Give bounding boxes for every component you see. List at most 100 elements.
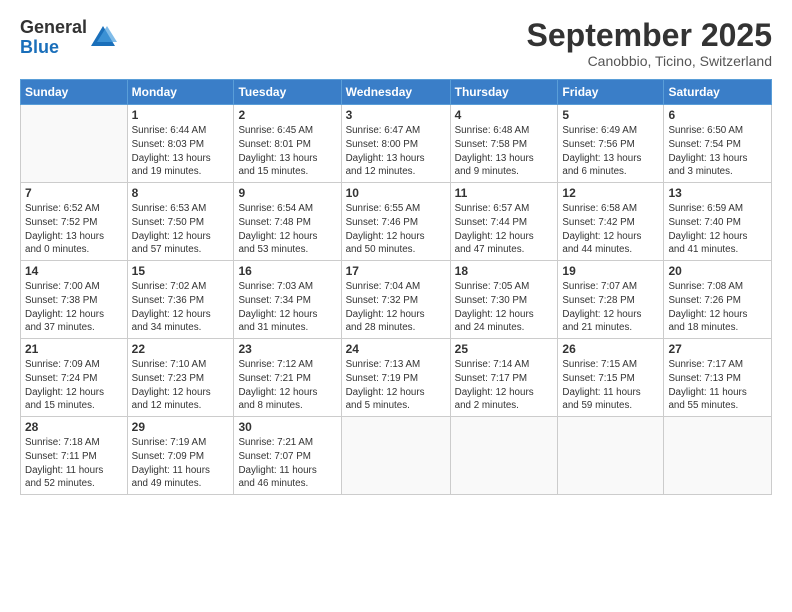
day-number: 30 [238,420,336,434]
calendar-cell: 21 Sunrise: 7:09 AMSunset: 7:24 PMDayligh… [21,339,128,417]
calendar-cell [664,417,772,495]
day-number: 22 [132,342,230,356]
day-number: 17 [346,264,446,278]
day-info: Sunrise: 7:18 AMSunset: 7:11 PMDaylight:… [25,436,123,491]
day-info: Sunrise: 7:08 AMSunset: 7:26 PMDaylight:… [668,280,767,335]
calendar-cell [450,417,558,495]
calendar-week-4: 21 Sunrise: 7:09 AMSunset: 7:24 PMDayligh… [21,339,772,417]
weekday-header-thursday: Thursday [450,80,558,105]
calendar-cell: 7 Sunrise: 6:52 AMSunset: 7:52 PMDaylight… [21,183,128,261]
calendar-cell: 30 Sunrise: 7:21 AMSunset: 7:07 PMDayligh… [234,417,341,495]
day-info: Sunrise: 7:03 AMSunset: 7:34 PMDaylight:… [238,280,336,335]
day-info: Sunrise: 7:17 AMSunset: 7:13 PMDaylight:… [668,358,767,413]
calendar-cell: 14 Sunrise: 7:00 AMSunset: 7:38 PMDayligh… [21,261,128,339]
day-info: Sunrise: 6:57 AMSunset: 7:44 PMDaylight:… [455,202,554,257]
day-number: 20 [668,264,767,278]
day-number: 28 [25,420,123,434]
calendar-cell: 1 Sunrise: 6:44 AMSunset: 8:03 PMDaylight… [127,105,234,183]
logo-general-text: General [20,18,87,38]
calendar-week-3: 14 Sunrise: 7:00 AMSunset: 7:38 PMDayligh… [21,261,772,339]
day-info: Sunrise: 6:49 AMSunset: 7:56 PMDaylight:… [562,124,659,179]
calendar-cell: 22Sunrise: 7:10 AMSunset: 7:23 PMDayligh… [127,339,234,417]
day-number: 14 [25,264,123,278]
calendar-cell: 18Sunrise: 7:05 AMSunset: 7:30 PMDayligh… [450,261,558,339]
calendar-cell: 15 Sunrise: 7:02 AMSunset: 7:36 PMDayligh… [127,261,234,339]
day-number: 29 [132,420,230,434]
day-info: Sunrise: 7:14 AMSunset: 7:17 PMDaylight:… [455,358,554,413]
day-info: Sunrise: 6:47 AMSunset: 8:00 PMDaylight:… [346,124,446,179]
day-number: 7 [25,186,123,200]
calendar-cell: 25Sunrise: 7:14 AMSunset: 7:17 PMDayligh… [450,339,558,417]
calendar-cell: 26 Sunrise: 7:15 AMSunset: 7:15 PMDayligh… [558,339,664,417]
month-title: September 2025 [527,18,772,53]
day-info: Sunrise: 6:59 AMSunset: 7:40 PMDaylight:… [668,202,767,257]
day-info: Sunrise: 6:45 AMSunset: 8:01 PMDaylight:… [238,124,336,179]
page: General Blue September 2025 Canobbio, Ti… [0,0,792,612]
day-info: Sunrise: 7:15 AMSunset: 7:15 PMDaylight:… [562,358,659,413]
calendar-week-5: 28 Sunrise: 7:18 AMSunset: 7:11 PMDayligh… [21,417,772,495]
day-number: 1 [132,108,230,122]
day-info: Sunrise: 7:12 AMSunset: 7:21 PMDaylight:… [238,358,336,413]
calendar-cell: 10Sunrise: 6:55 AMSunset: 7:46 PMDayligh… [341,183,450,261]
day-number: 2 [238,108,336,122]
calendar-cell: 2 Sunrise: 6:45 AMSunset: 8:01 PMDaylight… [234,105,341,183]
day-info: Sunrise: 7:21 AMSunset: 7:07 PMDaylight:… [238,436,336,491]
calendar-cell: 24Sunrise: 7:13 AMSunset: 7:19 PMDayligh… [341,339,450,417]
weekday-header-saturday: Saturday [664,80,772,105]
calendar-cell: 9Sunrise: 6:54 AMSunset: 7:48 PMDaylight… [234,183,341,261]
calendar-cell: 4Sunrise: 6:48 AMSunset: 7:58 PMDaylight… [450,105,558,183]
calendar-cell: 23 Sunrise: 7:12 AMSunset: 7:21 PMDayligh… [234,339,341,417]
title-block: September 2025 Canobbio, Ticino, Switzer… [527,18,772,69]
calendar-table: SundayMondayTuesdayWednesdayThursdayFrid… [20,79,772,495]
weekday-header-monday: Monday [127,80,234,105]
calendar-week-1: 1 Sunrise: 6:44 AMSunset: 8:03 PMDaylight… [21,105,772,183]
weekday-header-sunday: Sunday [21,80,128,105]
day-number: 8 [132,186,230,200]
day-info: Sunrise: 7:13 AMSunset: 7:19 PMDaylight:… [346,358,446,413]
day-info: Sunrise: 7:00 AMSunset: 7:38 PMDaylight:… [25,280,123,335]
calendar-cell: 13 Sunrise: 6:59 AMSunset: 7:40 PMDayligh… [664,183,772,261]
day-number: 11 [455,186,554,200]
day-number: 9 [238,186,336,200]
calendar-cell [21,105,128,183]
day-info: Sunrise: 7:09 AMSunset: 7:24 PMDaylight:… [25,358,123,413]
day-info: Sunrise: 6:50 AMSunset: 7:54 PMDaylight:… [668,124,767,179]
day-number: 10 [346,186,446,200]
calendar-cell [341,417,450,495]
day-number: 19 [562,264,659,278]
logo: General Blue [20,18,117,58]
day-number: 23 [238,342,336,356]
day-number: 3 [346,108,446,122]
day-info: Sunrise: 6:48 AMSunset: 7:58 PMDaylight:… [455,124,554,179]
calendar-cell: 8 Sunrise: 6:53 AMSunset: 7:50 PMDaylight… [127,183,234,261]
calendar-cell: 12 Sunrise: 6:58 AMSunset: 7:42 PMDayligh… [558,183,664,261]
day-info: Sunrise: 6:44 AMSunset: 8:03 PMDaylight:… [132,124,230,179]
calendar-cell: 20 Sunrise: 7:08 AMSunset: 7:26 PMDayligh… [664,261,772,339]
day-number: 15 [132,264,230,278]
calendar-cell: 11 Sunrise: 6:57 AMSunset: 7:44 PMDayligh… [450,183,558,261]
location-subtitle: Canobbio, Ticino, Switzerland [527,53,772,69]
day-number: 16 [238,264,336,278]
day-number: 13 [668,186,767,200]
day-number: 21 [25,342,123,356]
calendar-cell: 27Sunrise: 7:17 AMSunset: 7:13 PMDayligh… [664,339,772,417]
day-info: Sunrise: 7:02 AMSunset: 7:36 PMDaylight:… [132,280,230,335]
calendar-cell: 5Sunrise: 6:49 AMSunset: 7:56 PMDaylight… [558,105,664,183]
calendar-cell [558,417,664,495]
day-number: 6 [668,108,767,122]
weekday-header-tuesday: Tuesday [234,80,341,105]
calendar-cell: 3 Sunrise: 6:47 AMSunset: 8:00 PMDaylight… [341,105,450,183]
calendar-cell: 6 Sunrise: 6:50 AMSunset: 7:54 PMDaylight… [664,105,772,183]
calendar-cell: 28 Sunrise: 7:18 AMSunset: 7:11 PMDayligh… [21,417,128,495]
day-number: 26 [562,342,659,356]
day-info: Sunrise: 7:19 AMSunset: 7:09 PMDaylight:… [132,436,230,491]
day-number: 12 [562,186,659,200]
day-info: Sunrise: 6:52 AMSunset: 7:52 PMDaylight:… [25,202,123,257]
day-info: Sunrise: 7:05 AMSunset: 7:30 PMDaylight:… [455,280,554,335]
day-info: Sunrise: 6:53 AMSunset: 7:50 PMDaylight:… [132,202,230,257]
calendar-week-2: 7 Sunrise: 6:52 AMSunset: 7:52 PMDaylight… [21,183,772,261]
weekday-header-wednesday: Wednesday [341,80,450,105]
day-info: Sunrise: 7:04 AMSunset: 7:32 PMDaylight:… [346,280,446,335]
day-info: Sunrise: 6:58 AMSunset: 7:42 PMDaylight:… [562,202,659,257]
logo-icon [89,24,117,52]
